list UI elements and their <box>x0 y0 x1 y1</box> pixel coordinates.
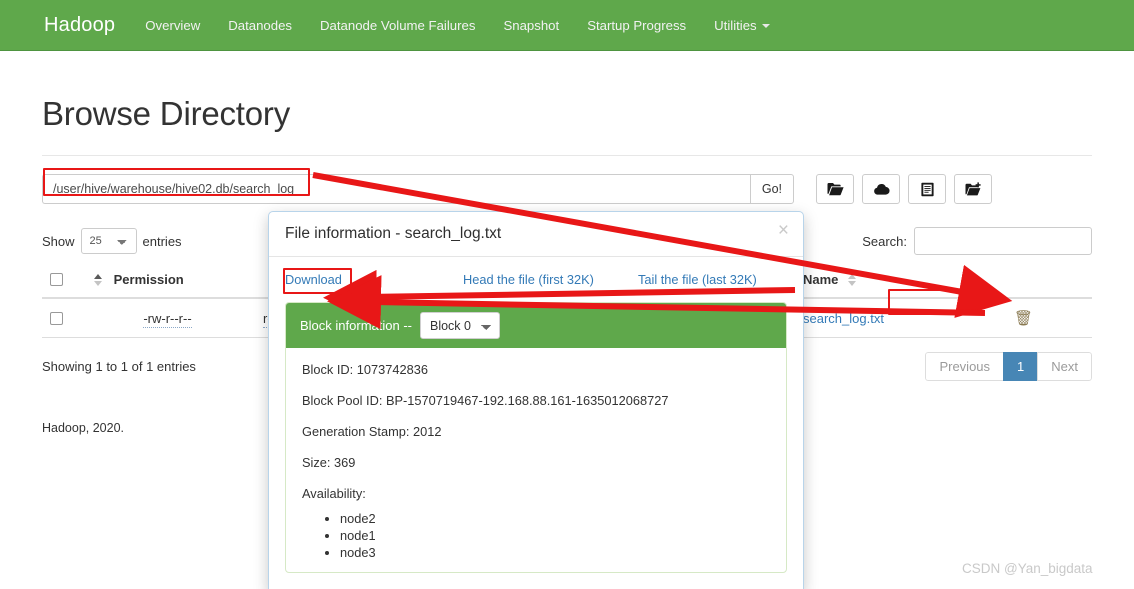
nav-item-startup-progress[interactable]: Startup Progress <box>573 0 700 51</box>
new-folder-icon <box>965 182 982 196</box>
table-info: Showing 1 to 1 of 1 entries <box>42 359 196 374</box>
file-information-modal: File information - search_log.txt × Down… <box>268 211 804 589</box>
row-delete-cell[interactable]: 🗑 <box>955 298 1092 338</box>
page-title: Browse Directory <box>42 95 291 132</box>
pagination: Previous 1 Next <box>925 352 1092 381</box>
download-link[interactable]: Download <box>285 272 342 287</box>
block-panel-header: Block information -- Block 0 <box>286 303 786 348</box>
nav-item-utilities[interactable]: Utilities <box>700 0 784 51</box>
block-panel-heading: Block information -- <box>300 318 412 333</box>
search-label: Search: <box>862 233 907 249</box>
new-folder-button[interactable] <box>954 174 992 204</box>
nav-label-overview: Overview <box>145 17 201 33</box>
page-length-control: Show 25 50 100 entries <box>42 228 182 254</box>
clipboard-button[interactable] <box>908 174 946 204</box>
list-item: node2 <box>340 511 770 526</box>
search-input[interactable] <box>914 227 1092 255</box>
upload-button[interactable] <box>862 174 900 204</box>
select-all-checkbox[interactable] <box>50 273 63 286</box>
trash-icon[interactable]: 🗑 <box>1014 309 1033 327</box>
pagination-next[interactable]: Next <box>1037 352 1092 381</box>
nav-item-datanodes[interactable]: Datanodes <box>214 0 306 51</box>
col-permission-label: Permission <box>113 272 184 287</box>
col-select-all[interactable] <box>42 264 80 299</box>
block-pool-id-label: Block Pool ID: <box>302 393 383 408</box>
nav-item-overview[interactable]: Overview <box>131 0 214 51</box>
generation-stamp-row: Generation Stamp: 2012 <box>302 424 770 439</box>
brand-logo[interactable]: Hadoop <box>0 0 131 51</box>
generation-stamp-value: 2012 <box>412 424 442 439</box>
row-select-cell[interactable] <box>42 298 80 338</box>
nav-label-snapshot: Snapshot <box>503 17 560 33</box>
title-divider <box>42 155 1092 156</box>
col-permission[interactable]: Permission <box>80 264 255 299</box>
list-item: node1 <box>340 528 770 543</box>
page-length-select[interactable]: 25 50 100 <box>80 228 137 254</box>
show-label: Show <box>42 233 75 249</box>
block-pool-id-value: BP-1570719467-192.168.88.161-16350120687… <box>385 393 669 408</box>
nav-item-snapshot[interactable]: Snapshot <box>489 0 573 51</box>
block-information-panel: Block information -- Block 0 Block ID: 1… <box>285 302 787 573</box>
chevron-down-icon <box>761 24 770 29</box>
col-name-label: Name <box>803 272 839 287</box>
entries-label: entries <box>142 233 182 249</box>
tail-file-link[interactable]: Tail the file (last 32K) <box>638 272 757 287</box>
modal-body: Block information -- Block 0 Block ID: 1… <box>269 302 803 573</box>
size-label: Size: <box>302 455 331 470</box>
top-navbar: Hadoop Overview Datanodes Datanode Volum… <box>0 0 1134 51</box>
path-input[interactable] <box>42 174 750 204</box>
upload-icon <box>873 182 890 196</box>
file-name-link[interactable]: search_log.txt <box>803 311 884 326</box>
go-button[interactable]: Go! <box>749 174 794 204</box>
path-toolbar <box>816 174 992 204</box>
watermark: CSDN @Yan_bigdata <box>962 561 1093 576</box>
nav-label-datanodes: Datanodes <box>228 17 293 33</box>
open-folder-button[interactable] <box>816 174 854 204</box>
pagination-previous[interactable]: Previous <box>925 352 1005 381</box>
availability-list: node2 node1 node3 <box>302 511 770 560</box>
row-permission-cell: -rw-r--r-- <box>80 298 255 338</box>
search-control: Search: <box>862 227 1092 255</box>
nav-label-datanode-volume-failures: Datanode Volume Failures <box>320 17 476 33</box>
block-id-label: Block ID: <box>302 362 354 377</box>
sort-both-icon-name <box>848 274 858 286</box>
block-panel-body: Block ID: 1073742836 Block Pool ID: BP-1… <box>286 348 786 572</box>
clipboard-icon <box>920 182 935 197</box>
modal-title: File information - search_log.txt <box>285 225 502 242</box>
modal-link-row: Download Head the file (first 32K) Tail … <box>269 257 803 302</box>
list-item: node3 <box>340 545 770 560</box>
row-name-cell[interactable]: search_log.txt <box>795 298 955 338</box>
row-permission: -rw-r--r-- <box>143 310 192 328</box>
pagination-page-1[interactable]: 1 <box>1003 352 1039 381</box>
close-icon[interactable]: × <box>778 221 789 240</box>
path-input-group: Go! <box>42 174 794 204</box>
open-folder-icon <box>827 182 844 196</box>
block-id-row: Block ID: 1073742836 <box>302 362 770 377</box>
path-bar-row: Go! <box>42 174 1092 204</box>
generation-stamp-label: Generation Stamp: <box>302 424 410 439</box>
sort-asc-icon <box>94 274 104 286</box>
col-actions <box>955 264 1092 299</box>
block-id-value: 1073742836 <box>356 362 428 377</box>
nav-label-utilities: Utilities <box>714 17 757 33</box>
availability-label: Availability: <box>302 486 366 501</box>
size-row: Size: 369 <box>302 455 770 470</box>
col-name[interactable]: Name <box>795 264 955 299</box>
nav-label-startup-progress: Startup Progress <box>587 17 687 33</box>
row-checkbox[interactable] <box>50 311 63 325</box>
navbar-links: Overview Datanodes Datanode Volume Failu… <box>131 0 783 51</box>
block-select[interactable]: Block 0 <box>419 312 500 339</box>
nav-item-datanode-volume-failures[interactable]: Datanode Volume Failures <box>306 0 489 51</box>
modal-header: File information - search_log.txt × <box>269 212 803 257</box>
head-file-link[interactable]: Head the file (first 32K) <box>463 272 594 287</box>
block-pool-id-row: Block Pool ID: BP-1570719467-192.168.88.… <box>302 393 770 408</box>
size-value: 369 <box>334 455 356 470</box>
page-root: Hadoop Overview Datanodes Datanode Volum… <box>0 0 1134 589</box>
